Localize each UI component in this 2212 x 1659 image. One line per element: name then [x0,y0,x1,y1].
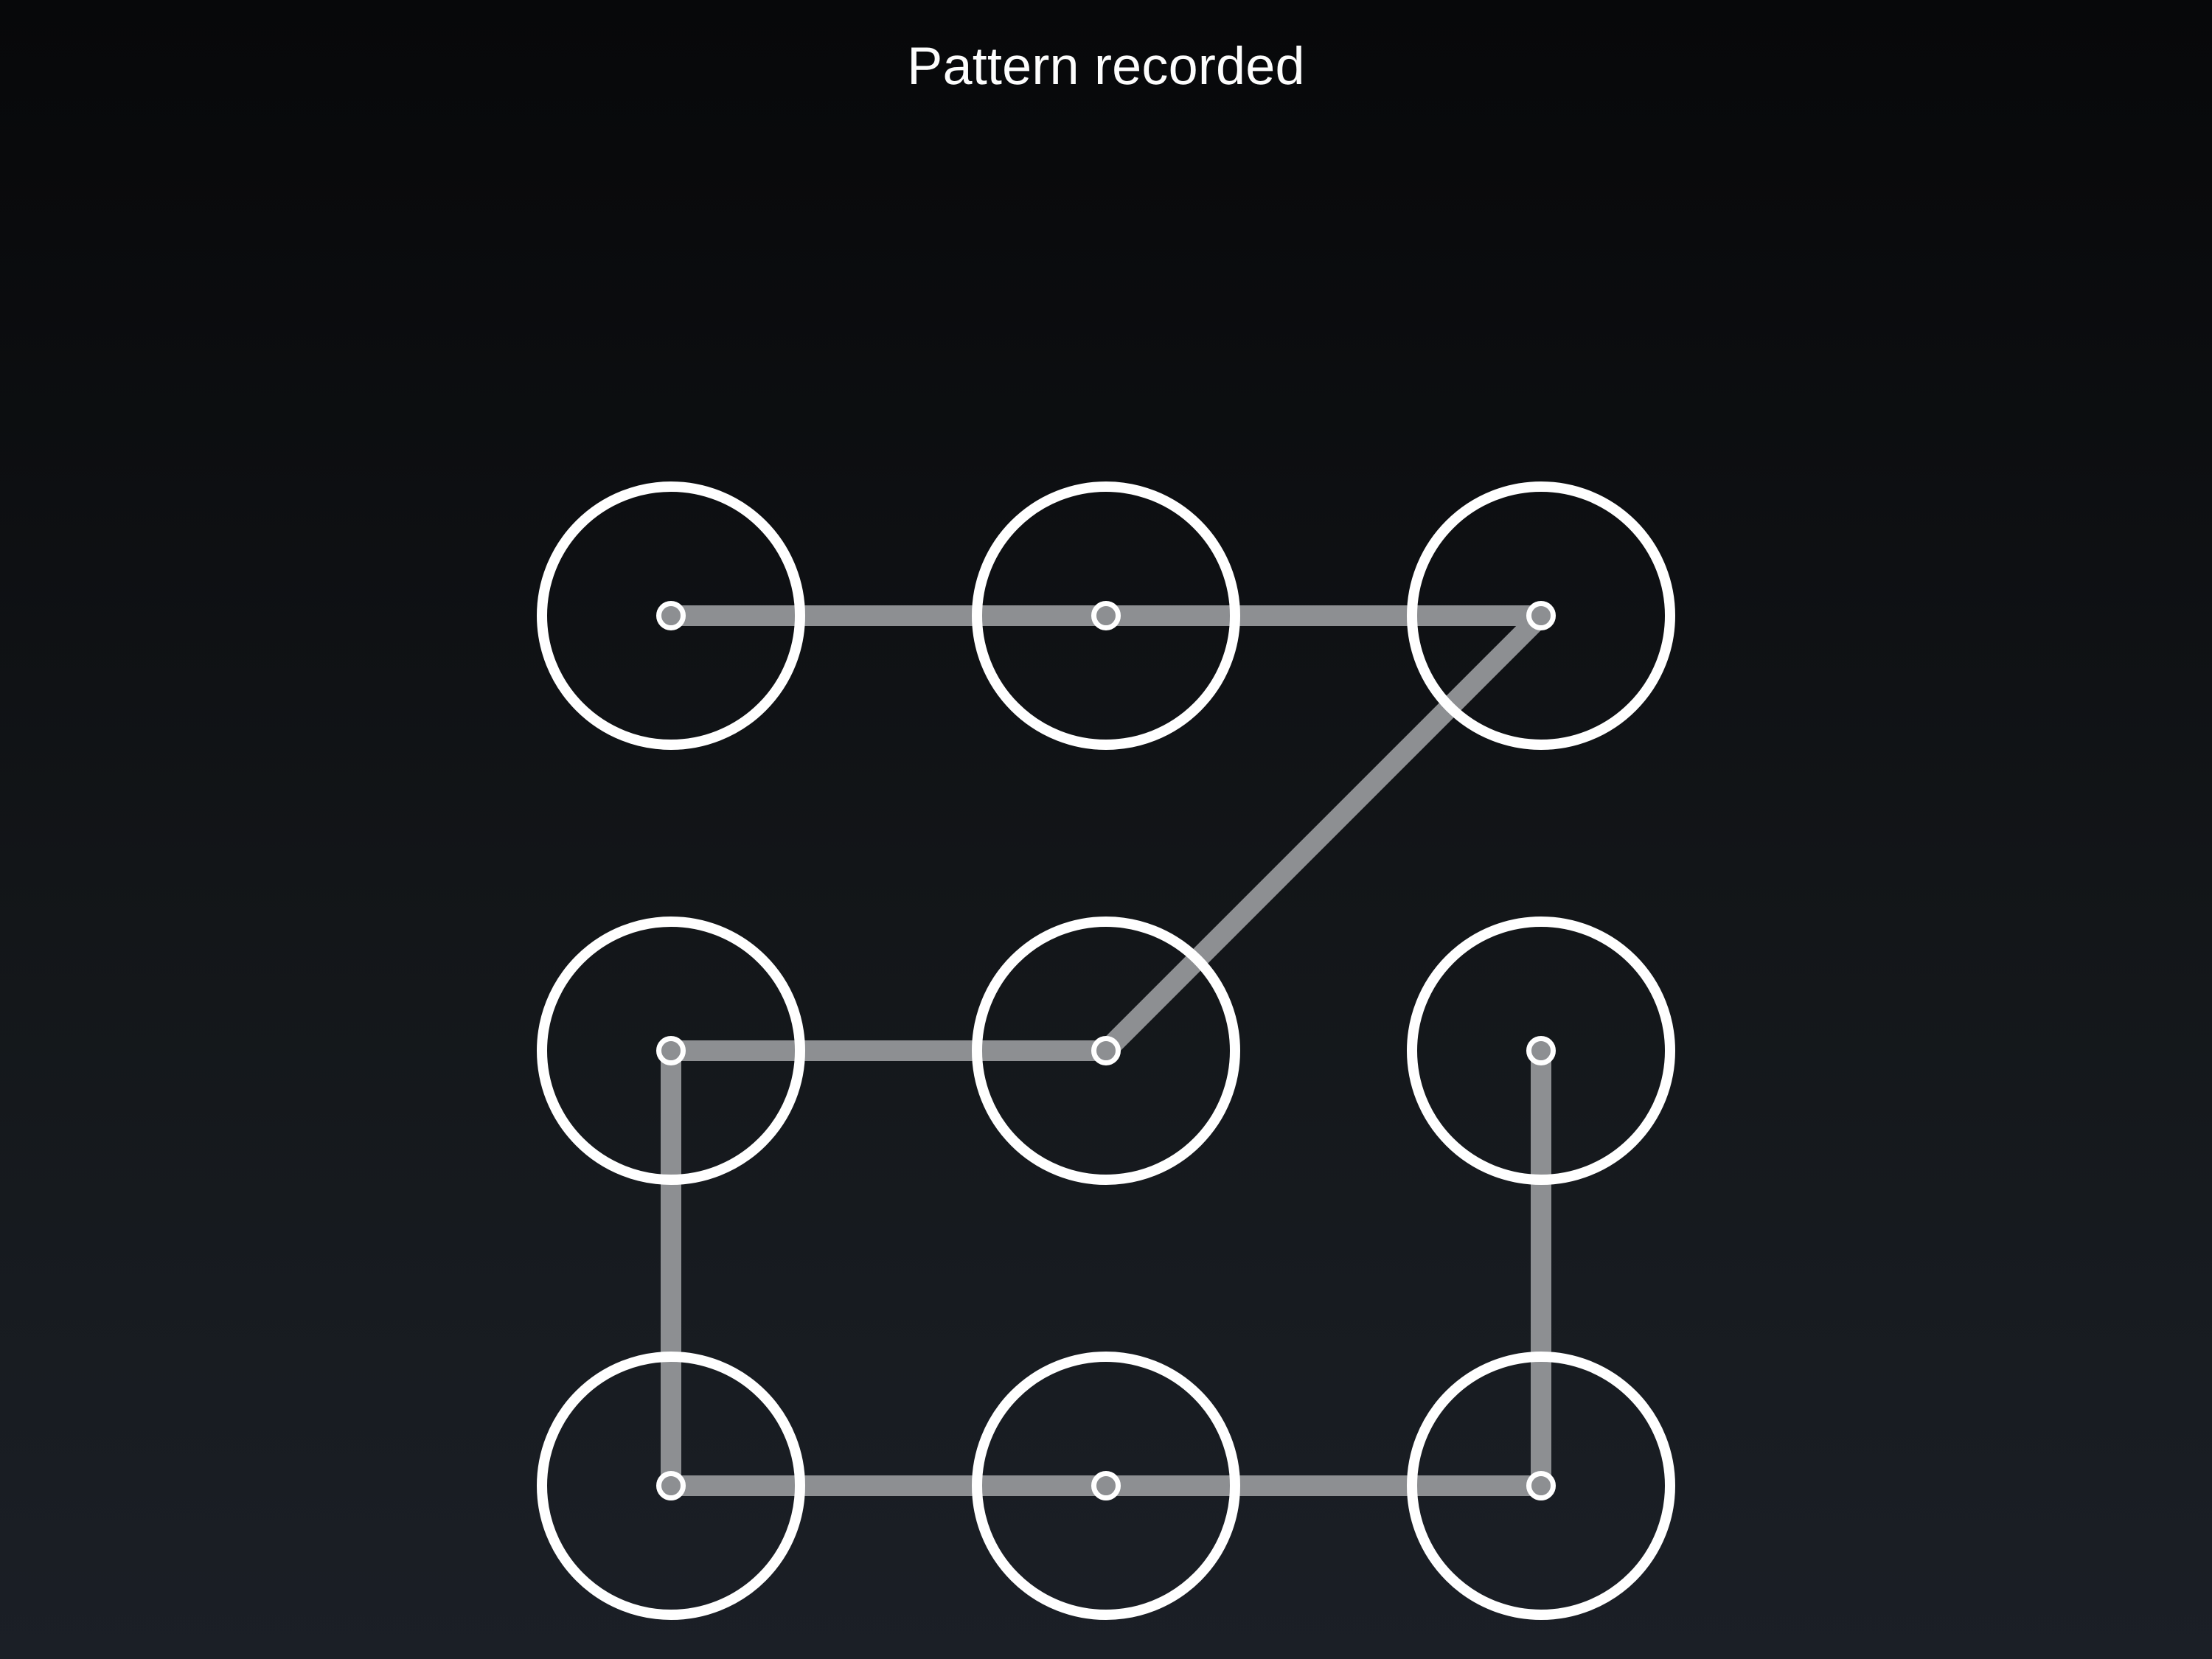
pattern-lock-grid[interactable] [0,0,2212,1659]
pattern-dot-6[interactable] [1407,917,1675,1185]
lock-screen-pattern-page: Pattern recorded [0,0,2212,1659]
pattern-dot-1[interactable] [537,481,805,750]
pattern-dot-2[interactable] [972,481,1240,750]
pattern-dot-3[interactable] [1407,481,1675,750]
pattern-dot-5[interactable] [972,917,1240,1185]
pattern-dot-9[interactable] [1407,1352,1675,1620]
pattern-dot-7[interactable] [537,1352,805,1620]
pattern-dot-4[interactable] [537,917,805,1185]
pattern-dot-8[interactable] [972,1352,1240,1620]
